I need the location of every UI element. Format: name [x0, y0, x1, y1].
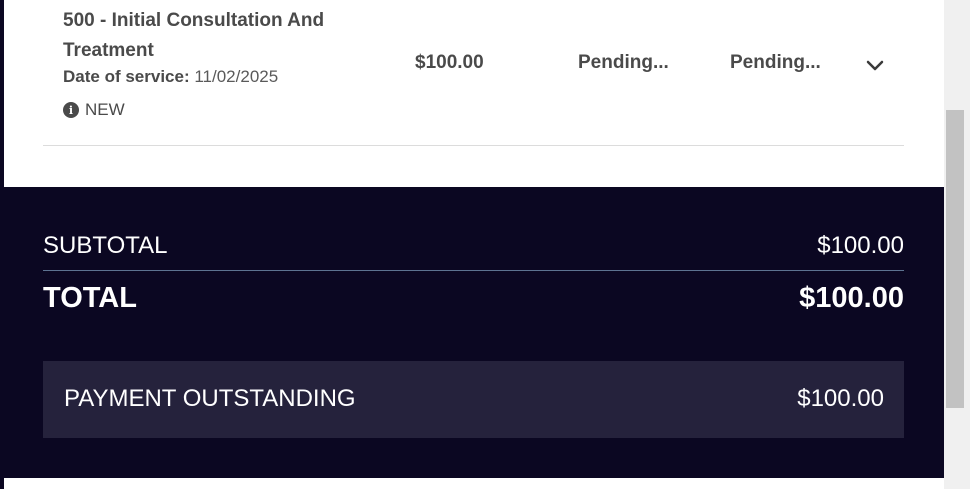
item-amount: $100.00 — [415, 52, 484, 73]
subtotal-value: $100.00 — [817, 232, 904, 259]
info-icon: i — [63, 102, 79, 118]
item-pending-1: Pending... — [578, 52, 669, 73]
date-of-service-label: Date of service: — [63, 67, 190, 86]
expand-row-button[interactable] — [861, 53, 889, 79]
invoice-page: 500 - Initial Consultation And Treatment… — [0, 0, 970, 489]
item-title: 500 - Initial Consultation And Treatment — [63, 10, 325, 61]
item-status-label: NEW — [85, 100, 125, 119]
payment-outstanding-box: PAYMENT OUTSTANDING $100.00 — [43, 361, 904, 438]
total-label: TOTAL — [43, 282, 137, 314]
payment-outstanding-label: PAYMENT OUTSTANDING — [64, 385, 356, 412]
chevron-down-icon — [866, 60, 884, 71]
totals-summary: SUBTOTAL $100.00 TOTAL $100.00 PAYMENT O… — [4, 187, 944, 478]
date-of-service-value: 11/02/2025 — [194, 67, 279, 86]
vertical-scrollbar[interactable] — [944, 0, 970, 489]
subtotal-row: SUBTOTAL $100.00 — [43, 228, 904, 271]
scrollbar-thumb[interactable] — [946, 110, 964, 408]
subtotal-label: SUBTOTAL — [43, 232, 168, 259]
item-status: i NEW — [63, 100, 125, 120]
total-value: $100.00 — [799, 282, 904, 314]
invoice-content: 500 - Initial Consultation And Treatment… — [4, 0, 944, 489]
payment-outstanding-value: $100.00 — [797, 385, 884, 412]
item-date-of-service: Date of service: 11/02/2025 — [63, 67, 278, 87]
line-item-row: 500 - Initial Consultation And Treatment… — [43, 0, 904, 146]
item-pending-2: Pending... — [730, 52, 821, 73]
